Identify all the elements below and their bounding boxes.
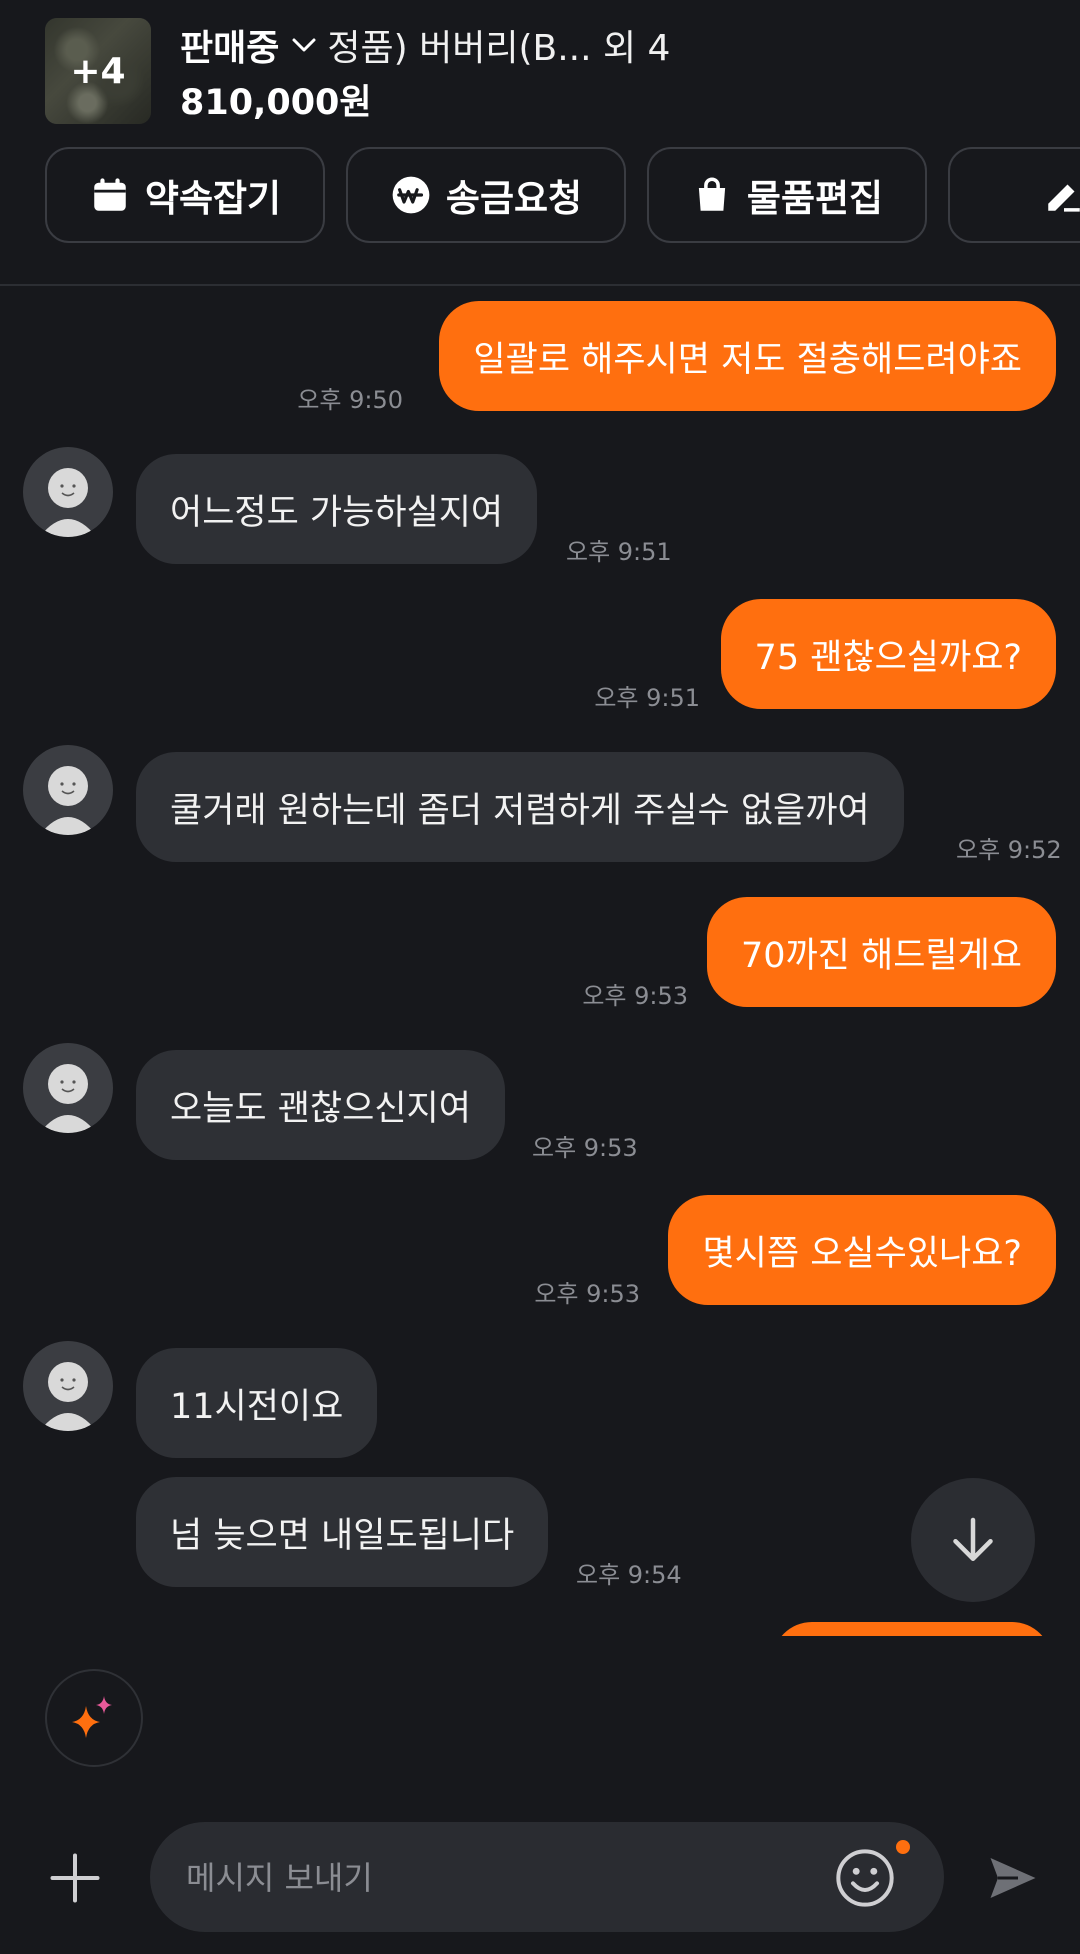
incoming-message[interactable]: 오늘도 괜찮으신지여	[136, 1050, 505, 1160]
sale-status-dropdown[interactable]: 판매중	[180, 19, 279, 71]
user-avatar-icon	[39, 1064, 97, 1133]
avatar[interactable]	[23, 447, 113, 537]
sparkle-icon	[72, 1696, 112, 1738]
incoming-message[interactable]: 넘 늦으면 내일도됩니다	[136, 1477, 549, 1587]
message-time: 오후 9:51	[594, 684, 700, 712]
header-divider	[0, 284, 1080, 286]
won-icon	[392, 176, 430, 214]
review-button[interactable]: 후	[948, 147, 1080, 243]
avatar[interactable]	[23, 745, 113, 835]
product-thumbnail[interactable]: +4	[45, 18, 151, 124]
remittance-request-button-label: 송금요청	[445, 177, 583, 220]
send-icon[interactable]	[983, 1848, 1043, 1908]
action-button-row: 약속잡기 송금요청 물품편집 후	[45, 147, 1080, 247]
shopping-bag-icon	[698, 177, 726, 211]
user-avatar-icon	[39, 766, 97, 835]
outgoing-message[interactable]: 일괄로 해주시면 저도 절충해드려야죠	[439, 301, 1056, 411]
outgoing-message[interactable]: 몇시쯤 오실수있나요?	[668, 1195, 1056, 1305]
avatar[interactable]	[23, 1341, 113, 1431]
new-badge-dot	[896, 1840, 910, 1854]
product-price: 810,000원	[180, 83, 372, 123]
calendar-icon	[94, 178, 126, 211]
arrow-down-icon	[953, 1517, 993, 1561]
message-time: 오후 9:53	[534, 1280, 640, 1308]
ai-assist-button[interactable]	[45, 1669, 143, 1767]
incoming-message[interactable]: 쿨거래 원하는데 좀더 저렴하게 주실수 없을까여	[136, 752, 904, 862]
thumbnail-more-count: +4	[70, 51, 126, 92]
message-time: 오후 9:50	[297, 386, 403, 414]
message-time: 오후 9:53	[582, 982, 688, 1010]
incoming-message[interactable]: 11시전이요	[136, 1348, 378, 1458]
emoji-icon[interactable]	[833, 1846, 897, 1910]
message-time: 오후 9:52	[956, 836, 1062, 864]
message-list-clip	[0, 1636, 1080, 1696]
outgoing-message[interactable]: 75 괜찮으실까요?	[720, 599, 1056, 709]
remittance-request-button[interactable]: 송금요청	[346, 147, 626, 243]
outgoing-message[interactable]: 70까진 해드릴게요	[706, 897, 1056, 1007]
message-time: 오후 9:51	[566, 538, 672, 566]
edit-item-button[interactable]: 물품편집	[647, 147, 927, 243]
attach-plus-icon[interactable]	[45, 1848, 105, 1908]
message-time: 오후 9:54	[576, 1561, 682, 1589]
chevron-down-icon[interactable]	[289, 30, 319, 60]
message-input-container	[150, 1822, 944, 1934]
user-avatar-icon	[39, 1362, 97, 1431]
product-title[interactable]: 정품) 버버리(B... 외 4	[327, 19, 670, 71]
incoming-message[interactable]: 어느정도 가능하실지여	[136, 454, 538, 564]
message-input[interactable]	[184, 1822, 828, 1934]
product-header: 판매중 정품) 버버리(B... 외 4	[180, 20, 670, 70]
message-time: 오후 9:53	[532, 1134, 638, 1162]
avatar[interactable]	[23, 1043, 113, 1133]
pencil-icon	[1048, 184, 1080, 212]
appointment-button-label: 약속잡기	[144, 177, 282, 220]
edit-item-button-label: 물품편집	[746, 177, 884, 220]
user-avatar-icon	[39, 468, 97, 537]
scroll-to-bottom-button[interactable]	[911, 1478, 1035, 1602]
appointment-button[interactable]: 약속잡기	[45, 147, 325, 243]
